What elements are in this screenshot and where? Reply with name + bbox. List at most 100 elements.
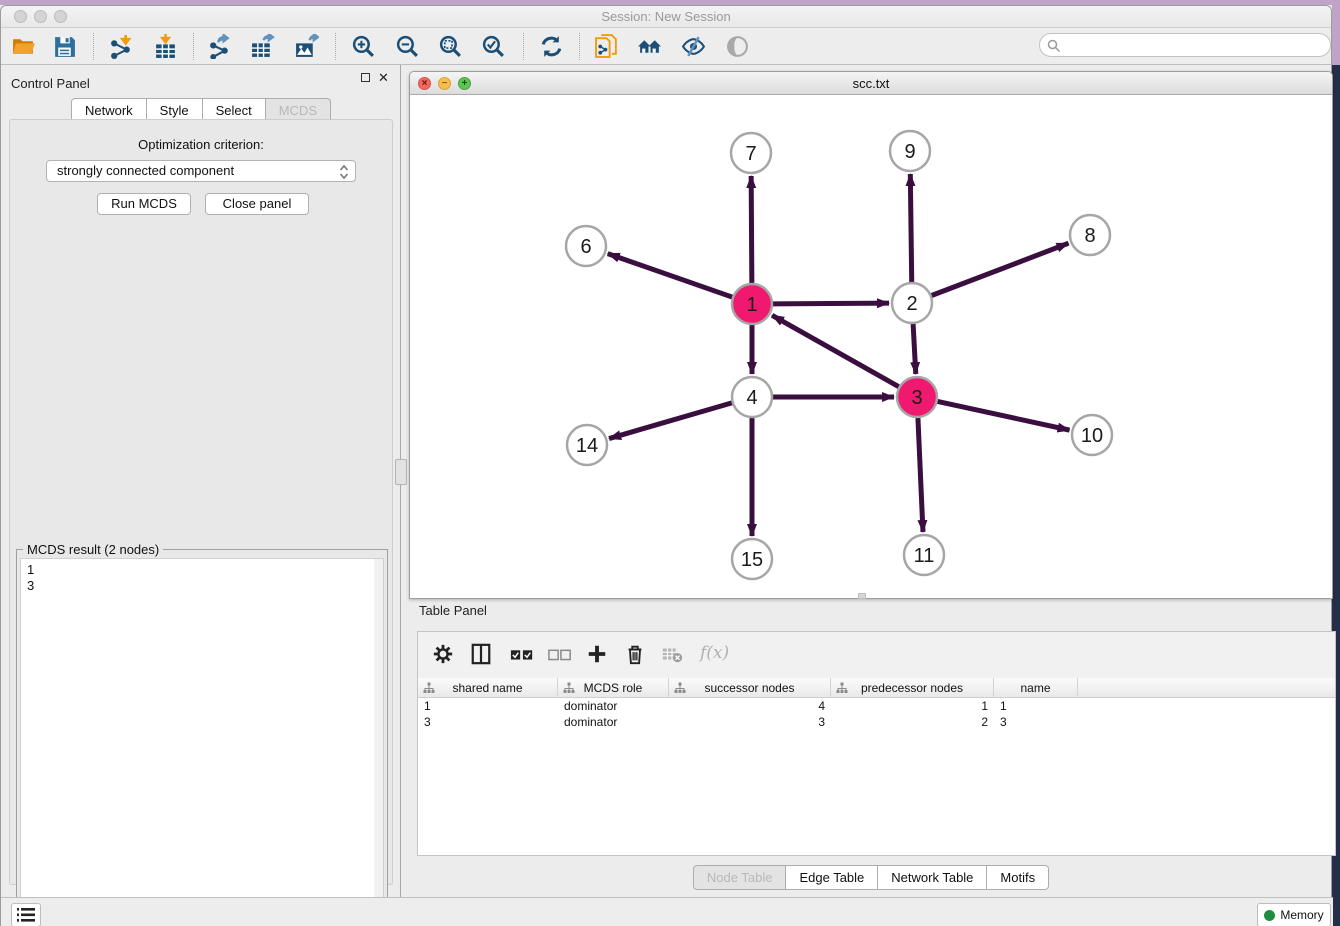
graph-edge-2-8[interactable] <box>932 243 1069 295</box>
home-view-icon[interactable] <box>637 34 662 59</box>
delete-table-icon[interactable] <box>661 643 685 667</box>
optimization-criterion-label: Optimization criterion: <box>10 137 392 152</box>
close-panel-button[interactable]: Close panel <box>205 193 309 215</box>
mcds-tab-content: Optimization criterion: strongly connect… <box>9 119 393 885</box>
graph-node-label-14: 14 <box>576 435 598 457</box>
mcds-result-textarea[interactable]: 1 3 <box>20 558 384 926</box>
import-table-icon[interactable] <box>153 34 178 59</box>
status-bar: Memory <box>1 897 1333 926</box>
graph-node-label-11: 11 <box>914 545 935 567</box>
node-table-header: shared name MCDS role successor nodes pr… <box>418 678 1335 698</box>
graph-node-label-4: 4 <box>746 387 757 409</box>
deselect-all-checkboxes-icon[interactable] <box>548 643 572 667</box>
graph-edge-2-9[interactable] <box>910 174 911 282</box>
select-all-checkboxes-icon[interactable] <box>510 643 534 667</box>
control-panel-title: Control Panel <box>11 76 90 91</box>
column-header-successor-nodes[interactable]: successor nodes <box>669 678 831 698</box>
graph-edge-4-14[interactable] <box>609 403 732 439</box>
graph-edge-2-3[interactable] <box>913 324 916 374</box>
optimization-criterion-dropdown[interactable]: strongly connected component <box>46 160 356 182</box>
show-column-icon[interactable] <box>470 643 494 667</box>
graph-edge-3-1[interactable] <box>772 315 899 386</box>
panel-divider-grip[interactable] <box>395 459 407 485</box>
table-panel: Table Panel ✕ <box>409 601 1333 896</box>
network-resize-grip[interactable] <box>858 593 866 599</box>
mcds-result-group: MCDS result (2 nodes) 1 3 <box>16 549 388 926</box>
toolbar-separator <box>335 33 336 60</box>
tab-node-table[interactable]: Node Table <box>693 865 787 890</box>
hierarchy-icon <box>836 682 848 694</box>
function-builder-icon[interactable]: f(x) <box>700 643 729 663</box>
hide-graphics-details-icon[interactable] <box>681 34 706 59</box>
export-image-icon[interactable] <box>294 34 319 59</box>
table-row[interactable]: 1dominator411 <box>418 698 1335 714</box>
memory-label: Memory <box>1280 908 1323 922</box>
column-header-predecessor-nodes[interactable]: predecessor nodes <box>831 678 994 698</box>
search-icon <box>1047 39 1061 53</box>
column-header-mcds-role[interactable]: MCDS role <box>558 678 669 698</box>
node-table: shared name MCDS role successor nodes pr… <box>418 678 1335 855</box>
table-row[interactable]: 3dominator323 <box>418 714 1335 730</box>
minimize-window-button[interactable] <box>34 10 47 23</box>
zoom-out-icon[interactable] <box>395 34 420 59</box>
show-graphics-details-icon[interactable] <box>725 34 750 59</box>
main-toolbar <box>1 28 1331 65</box>
table-panel-title: Table Panel <box>419 603 487 618</box>
export-table-icon[interactable] <box>250 34 275 59</box>
tab-motifs[interactable]: Motifs <box>987 865 1049 890</box>
open-folder-icon[interactable] <box>11 34 36 59</box>
column-header-name[interactable]: name <box>994 678 1078 698</box>
table-cell: 4 <box>669 698 831 714</box>
network-minimize-button[interactable]: − <box>438 77 451 90</box>
zoom-in-icon[interactable] <box>351 34 376 59</box>
export-network-icon[interactable] <box>208 34 233 59</box>
close-window-button[interactable] <box>14 10 27 23</box>
graph-edge-3-10[interactable] <box>938 401 1070 430</box>
import-network-icon[interactable] <box>109 34 134 59</box>
add-column-icon[interactable] <box>586 643 610 667</box>
tab-edge-table[interactable]: Edge Table <box>786 865 878 890</box>
table-cell: 2 <box>831 714 994 730</box>
float-panel-icon[interactable] <box>361 73 370 82</box>
network-window-titlebar: × − + scc.txt <box>410 72 1332 95</box>
mcds-result-scrollbar[interactable] <box>374 559 383 925</box>
graph-node-label-6: 6 <box>580 236 591 258</box>
table-cell: 3 <box>994 714 1078 730</box>
desktop-wallpaper-right-top <box>1332 0 1340 65</box>
table-panel-tabs: Node Table Edge Table Network Table Moti… <box>409 865 1333 890</box>
close-panel-icon[interactable]: ✕ <box>378 73 389 82</box>
run-mcds-button[interactable]: Run MCDS <box>97 193 191 215</box>
network-close-button[interactable]: × <box>418 77 431 90</box>
graph-edge-1-2[interactable] <box>773 303 889 304</box>
table-toolbar: f(x) <box>418 632 1335 678</box>
app-titlebar: Session: New Session <box>1 6 1331 28</box>
save-session-icon[interactable] <box>52 34 77 59</box>
zoom-fit-icon[interactable] <box>438 34 463 59</box>
table-cell: 3 <box>669 714 831 730</box>
graph-edge-3-11[interactable] <box>918 418 923 532</box>
task-history-button[interactable] <box>11 903 41 926</box>
delete-column-icon[interactable] <box>624 643 648 667</box>
network-window-title: scc.txt <box>410 72 1332 95</box>
graph-edge-1-7[interactable] <box>751 176 752 283</box>
hierarchy-icon <box>674 682 686 694</box>
table-cell: 1 <box>994 698 1078 714</box>
list-icon <box>17 907 35 923</box>
settings-gear-icon[interactable] <box>432 643 456 667</box>
graph-node-label-10: 10 <box>1081 425 1103 447</box>
network-graph-canvas[interactable]: 1234678910111415 <box>410 95 1332 599</box>
zoom-window-button[interactable] <box>54 10 67 23</box>
network-zoom-button[interactable]: + <box>458 77 471 90</box>
zoom-selected-icon[interactable] <box>481 34 506 59</box>
app-title: Session: New Session <box>1 6 1331 28</box>
main-window: Session: New Session <box>0 5 1332 926</box>
column-header-shared-name[interactable]: shared name <box>418 678 558 698</box>
graph-node-label-8: 8 <box>1084 225 1095 247</box>
graph-node-label-7: 7 <box>745 143 756 165</box>
open-session-file-icon[interactable] <box>594 34 619 59</box>
memory-button[interactable]: Memory <box>1257 903 1331 926</box>
search-input[interactable] <box>1039 33 1331 57</box>
tab-network-table[interactable]: Network Table <box>878 865 987 890</box>
graph-edge-1-6[interactable] <box>608 254 732 297</box>
refresh-layout-icon[interactable] <box>539 34 564 59</box>
